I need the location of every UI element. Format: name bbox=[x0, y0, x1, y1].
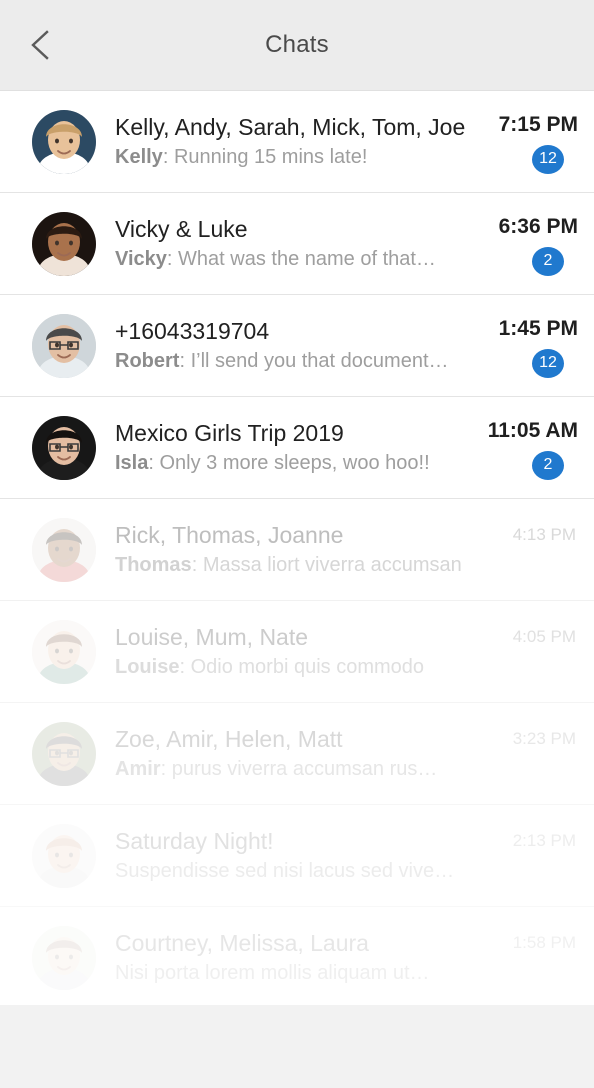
chat-row-meta: 1:58 PM bbox=[480, 926, 578, 990]
chat-row[interactable]: Rick, Thomas, Joanne Thomas: Massa liort … bbox=[0, 499, 594, 601]
avatar[interactable] bbox=[32, 721, 96, 786]
avatar[interactable] bbox=[32, 619, 96, 684]
chat-preview-text: Running 15 mins late! bbox=[173, 146, 368, 168]
chat-row[interactable]: Vicky & Luke Vicky: What was the name of … bbox=[0, 193, 594, 295]
chat-preview-separator: : bbox=[166, 248, 179, 270]
chat-timestamp: 6:36 PM bbox=[498, 214, 578, 238]
chat-row[interactable]: +16043319704 Robert: I’ll send you that d… bbox=[0, 295, 594, 397]
chat-row[interactable]: Zoe, Amir, Helen, Matt Amir: purus viverr… bbox=[0, 703, 594, 805]
chat-preview-separator: : bbox=[179, 350, 191, 372]
chat-preview-sender: Amir bbox=[115, 758, 161, 780]
chat-row-body: +16043319704 Robert: I’ll send you that d… bbox=[96, 316, 480, 375]
avatar[interactable] bbox=[32, 313, 96, 378]
chat-title: Vicky & Luke bbox=[115, 216, 248, 242]
chat-title: Zoe, Amir, Helen, Matt bbox=[115, 726, 343, 752]
avatar[interactable] bbox=[32, 109, 96, 174]
chat-row-meta: 7:15 PM 12 bbox=[480, 110, 578, 174]
chat-row[interactable]: Kelly, Andy, Sarah, Mick, Tom, Joe Kelly:… bbox=[0, 91, 594, 193]
chat-preview: Kelly: Running 15 mins late! bbox=[115, 143, 474, 171]
chat-preview-sender: Vicky bbox=[115, 248, 167, 270]
chat-preview: Louise: Odio morbi quis commodo bbox=[115, 653, 474, 681]
chat-preview-separator: : bbox=[162, 146, 174, 168]
chat-preview-sender: Louise bbox=[115, 656, 180, 678]
chat-timestamp: 2:13 PM bbox=[512, 830, 576, 850]
chat-row-body: Vicky & Luke Vicky: What was the name of … bbox=[96, 214, 480, 273]
avatar[interactable] bbox=[32, 823, 96, 888]
chat-timestamp: 11:05 AM bbox=[487, 418, 578, 442]
chat-timestamp: 4:13 PM bbox=[512, 524, 576, 544]
chat-timestamp: 7:15 PM bbox=[498, 112, 578, 136]
chat-title: Mexico Girls Trip 2019 bbox=[115, 420, 344, 446]
chat-title: Courtney, Melissa, Laura bbox=[115, 930, 369, 956]
chat-preview: Suspendisse sed nisi lacus sed vive… bbox=[115, 857, 474, 885]
chat-row-body: Rick, Thomas, Joanne Thomas: Massa liort … bbox=[96, 520, 480, 579]
chat-row-body: Courtney, Melissa, Laura Nisi porta lorem… bbox=[96, 928, 480, 987]
chat-preview: Vicky: What was the name of that… bbox=[115, 245, 474, 273]
unread-badge: 2 bbox=[532, 246, 564, 276]
chat-preview: Amir: purus viverra accumsan rus… bbox=[115, 755, 474, 783]
chat-row[interactable]: Courtney, Melissa, Laura Nisi porta lorem… bbox=[0, 907, 594, 1009]
chat-preview-text: Odio morbi quis commodo bbox=[190, 656, 425, 678]
chat-preview-sender: Robert bbox=[115, 350, 180, 372]
chat-timestamp: 3:23 PM bbox=[512, 728, 576, 748]
avatar[interactable] bbox=[32, 925, 96, 990]
chat-preview-text: purus viverra accumsan rus… bbox=[171, 758, 438, 780]
chat-preview-sender: Kelly bbox=[115, 146, 163, 168]
chat-list[interactable]: Kelly, Andy, Sarah, Mick, Tom, Joe Kelly:… bbox=[0, 91, 594, 1009]
chat-row-meta: 11:05 AM 2 bbox=[480, 416, 578, 480]
chat-preview: Robert: I’ll send you that document… bbox=[115, 347, 474, 375]
page-title: Chats bbox=[265, 31, 329, 58]
chat-row[interactable]: Mexico Girls Trip 2019 Isla: Only 3 more … bbox=[0, 397, 594, 499]
chat-preview-text: Only 3 more sleeps, woo hoo!! bbox=[159, 452, 430, 474]
chat-preview-text: Suspendisse sed nisi lacus sed vive… bbox=[115, 860, 455, 882]
chat-timestamp: 1:58 PM bbox=[512, 932, 576, 952]
chat-row[interactable]: Louise, Mum, Nate Louise: Odio morbi quis… bbox=[0, 601, 594, 703]
chat-title: +16043319704 bbox=[115, 318, 270, 344]
avatar[interactable] bbox=[32, 211, 96, 276]
chat-preview-text: Massa liort viverra accumsan bbox=[202, 554, 462, 576]
chat-timestamp: 4:05 PM bbox=[512, 626, 576, 646]
avatar[interactable] bbox=[32, 415, 96, 480]
chat-preview: Nisi porta lorem mollis aliquam ut… bbox=[115, 959, 474, 987]
footer-spacer bbox=[0, 1005, 594, 1088]
chat-title: Rick, Thomas, Joanne bbox=[115, 522, 344, 548]
chat-preview-sender: Isla bbox=[115, 452, 149, 474]
chat-row-body: Mexico Girls Trip 2019 Isla: Only 3 more … bbox=[96, 418, 480, 477]
chat-preview-separator: : bbox=[191, 554, 203, 576]
chat-preview: Thomas: Massa liort viverra accumsan bbox=[115, 551, 474, 579]
unread-badge: 12 bbox=[532, 144, 564, 174]
chat-row-body: Kelly, Andy, Sarah, Mick, Tom, Joe Kelly:… bbox=[96, 112, 480, 171]
chat-preview-separator: : bbox=[179, 656, 191, 678]
chat-preview-text: What was the name of that… bbox=[178, 248, 436, 270]
chat-row-body: Zoe, Amir, Helen, Matt Amir: purus viverr… bbox=[96, 724, 480, 783]
chat-preview-text: I’ll send you that document… bbox=[190, 350, 449, 372]
chat-row-meta: 1:45 PM 12 bbox=[480, 314, 578, 378]
unread-badge: 2 bbox=[532, 450, 564, 480]
avatar[interactable] bbox=[32, 517, 96, 582]
chat-title: Louise, Mum, Nate bbox=[115, 624, 309, 650]
app-header: Chats bbox=[0, 0, 594, 91]
chat-row-meta: 4:13 PM bbox=[480, 518, 578, 582]
chat-row-body: Saturday Night! Suspendisse sed nisi lacu… bbox=[96, 826, 480, 885]
chat-row-meta: 6:36 PM 2 bbox=[480, 212, 578, 276]
chat-preview-separator: : bbox=[148, 452, 160, 474]
chat-preview-separator: : bbox=[160, 758, 172, 780]
chat-preview-sender: Thomas bbox=[115, 554, 192, 576]
chat-preview: Isla: Only 3 more sleeps, woo hoo!! bbox=[115, 449, 474, 477]
unread-badge: 12 bbox=[532, 348, 564, 378]
chat-row-body: Louise, Mum, Nate Louise: Odio morbi quis… bbox=[96, 622, 480, 681]
back-button[interactable] bbox=[18, 23, 62, 67]
chat-row-meta: 3:23 PM bbox=[480, 722, 578, 786]
chevron-left-icon bbox=[27, 28, 53, 62]
chat-row[interactable]: Saturday Night! Suspendisse sed nisi lacu… bbox=[0, 805, 594, 907]
chats-screen: Chats Kelly, Andy, Sarah, Mick, Tom, Joe… bbox=[0, 0, 594, 1088]
chat-timestamp: 1:45 PM bbox=[498, 316, 578, 340]
chat-row-meta: 2:13 PM bbox=[480, 824, 578, 888]
chat-preview-text: Nisi porta lorem mollis aliquam ut… bbox=[115, 962, 430, 984]
chat-title: Saturday Night! bbox=[115, 828, 274, 854]
chat-title: Kelly, Andy, Sarah, Mick, Tom, Joe bbox=[115, 114, 466, 140]
chat-row-meta: 4:05 PM bbox=[480, 620, 578, 684]
